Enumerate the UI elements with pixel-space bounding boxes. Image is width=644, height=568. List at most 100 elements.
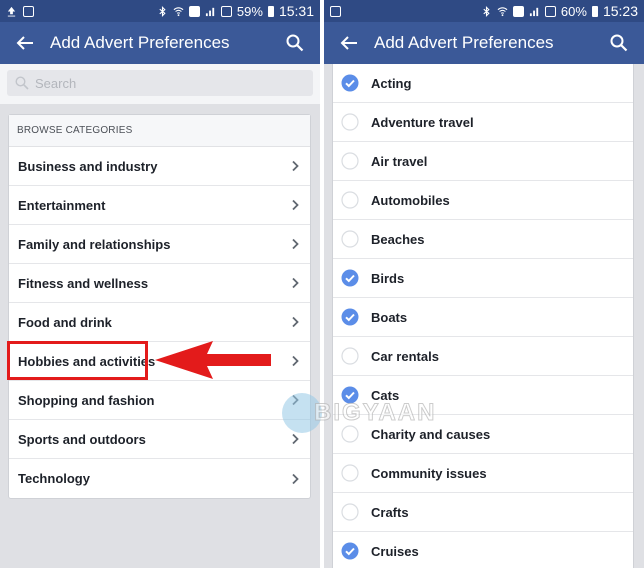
chevron-right-icon bbox=[292, 277, 299, 289]
status-bar: 59% 15:31 bbox=[0, 0, 320, 22]
category-row[interactable]: Fitness and wellness bbox=[9, 264, 310, 303]
search-icon bbox=[610, 34, 628, 52]
sim-icon bbox=[188, 5, 200, 17]
battery-icon bbox=[267, 5, 274, 17]
interest-label: Birds bbox=[371, 270, 405, 286]
interest-label: Adventure travel bbox=[371, 114, 474, 130]
signal-box-icon bbox=[220, 5, 232, 17]
interest-row[interactable]: Birds bbox=[333, 259, 633, 298]
category-list: Business and industry Entertainment Family… bbox=[9, 147, 310, 498]
interest-label: Acting bbox=[371, 75, 412, 91]
signal-icon bbox=[529, 7, 539, 16]
interest-label: Cats bbox=[371, 387, 400, 403]
battery-percent: 60% bbox=[560, 3, 587, 19]
clock: 15:31 bbox=[278, 3, 314, 19]
wifi-icon bbox=[173, 6, 184, 16]
chevron-right-icon bbox=[292, 394, 299, 406]
search-input[interactable]: Search bbox=[7, 70, 313, 96]
checked-circle-icon[interactable] bbox=[341, 308, 359, 326]
unchecked-circle-icon[interactable] bbox=[341, 347, 359, 365]
interest-label: Boats bbox=[371, 309, 408, 325]
interest-label: Charity and causes bbox=[371, 426, 491, 442]
battery-icon bbox=[591, 5, 598, 17]
browse-categories-card: BROWSE CATEGORIES Business and industry E… bbox=[8, 114, 311, 499]
interest-row[interactable]: Acting bbox=[333, 64, 633, 103]
category-row[interactable]: Shopping and fashion bbox=[9, 381, 310, 420]
interest-row[interactable]: Cats bbox=[333, 376, 633, 415]
checked-circle-icon[interactable] bbox=[341, 542, 359, 560]
signal-box-icon bbox=[544, 5, 556, 17]
bluetooth-icon bbox=[483, 5, 490, 17]
arrow-left-icon bbox=[340, 36, 357, 50]
upload-icon bbox=[7, 6, 16, 17]
search-button[interactable] bbox=[282, 30, 308, 56]
search-icon bbox=[15, 76, 29, 90]
interest-row[interactable]: Adventure travel bbox=[333, 103, 633, 142]
right-screen: 60% 15:23 Add Advert Preferences Acting A… bbox=[324, 0, 644, 568]
signal-icon bbox=[205, 7, 215, 16]
category-row[interactable]: Entertainment bbox=[9, 186, 310, 225]
interest-label: Automobiles bbox=[371, 192, 450, 208]
interest-row[interactable]: Crafts bbox=[333, 493, 633, 532]
search-icon bbox=[286, 34, 304, 52]
app-bar: Add Advert Preferences bbox=[324, 22, 644, 64]
left-screen: 59% 15:31 Add Advert Preferences Search … bbox=[0, 0, 320, 568]
image-icon bbox=[330, 5, 341, 17]
interest-label: Cruises bbox=[371, 543, 419, 559]
clock: 15:23 bbox=[602, 3, 638, 19]
interest-row[interactable]: Community issues bbox=[333, 454, 633, 493]
category-row[interactable]: Family and relationships bbox=[9, 225, 310, 264]
search-bar: Search bbox=[0, 64, 320, 104]
unchecked-circle-icon[interactable] bbox=[341, 425, 359, 443]
checked-circle-icon[interactable] bbox=[341, 386, 359, 404]
category-row[interactable]: Food and drink bbox=[9, 303, 310, 342]
category-label: Business and industry bbox=[18, 158, 158, 174]
interest-list: Acting Adventure travel Air travel Automobi… bbox=[332, 64, 634, 568]
category-row[interactable]: Sports and outdoors bbox=[9, 420, 310, 459]
interest-label: Beaches bbox=[371, 231, 425, 247]
chevron-right-icon bbox=[292, 199, 299, 211]
category-label: Technology bbox=[18, 471, 90, 486]
search-placeholder: Search bbox=[35, 75, 77, 91]
unchecked-circle-icon[interactable] bbox=[341, 503, 359, 521]
chevron-right-icon bbox=[292, 433, 299, 445]
sim-icon bbox=[512, 5, 524, 17]
interest-row[interactable]: Air travel bbox=[333, 142, 633, 181]
interest-row[interactable]: Car rentals bbox=[333, 337, 633, 376]
category-row[interactable]: Technology bbox=[9, 459, 310, 498]
interest-label: Community issues bbox=[371, 465, 487, 481]
category-label: Family and relationships bbox=[18, 236, 171, 252]
image-icon bbox=[23, 5, 34, 17]
bluetooth-icon bbox=[159, 5, 166, 17]
chevron-right-icon bbox=[292, 160, 299, 172]
chevron-right-icon bbox=[292, 316, 299, 328]
interest-row[interactable]: Charity and causes bbox=[333, 415, 633, 454]
page-title: Add Advert Preferences bbox=[50, 33, 230, 52]
interest-label: Air travel bbox=[371, 153, 428, 169]
interest-row[interactable]: Boats bbox=[333, 298, 633, 337]
checked-circle-icon[interactable] bbox=[341, 269, 359, 287]
unchecked-circle-icon[interactable] bbox=[341, 152, 359, 170]
back-button[interactable] bbox=[12, 30, 38, 56]
page-title: Add Advert Preferences bbox=[374, 33, 554, 52]
checked-circle-icon[interactable] bbox=[341, 74, 359, 92]
app-bar: Add Advert Preferences bbox=[0, 22, 320, 64]
unchecked-circle-icon[interactable] bbox=[341, 464, 359, 482]
browse-categories-header: BROWSE CATEGORIES bbox=[9, 115, 310, 147]
search-button[interactable] bbox=[606, 30, 632, 56]
arrow-left-icon bbox=[16, 36, 33, 50]
battery-percent: 59% bbox=[236, 3, 263, 19]
interest-row[interactable]: Cruises bbox=[333, 532, 633, 568]
category-row[interactable]: Business and industry bbox=[9, 147, 310, 186]
unchecked-circle-icon[interactable] bbox=[341, 113, 359, 131]
unchecked-circle-icon[interactable] bbox=[341, 230, 359, 248]
back-button[interactable] bbox=[336, 30, 362, 56]
interest-label: Crafts bbox=[371, 504, 409, 520]
highlight-box bbox=[7, 341, 148, 380]
chevron-right-icon bbox=[292, 355, 299, 367]
category-label: Fitness and wellness bbox=[18, 275, 149, 291]
unchecked-circle-icon[interactable] bbox=[341, 191, 359, 209]
interest-row[interactable]: Beaches bbox=[333, 220, 633, 259]
wifi-icon bbox=[497, 6, 508, 16]
interest-row[interactable]: Automobiles bbox=[333, 181, 633, 220]
